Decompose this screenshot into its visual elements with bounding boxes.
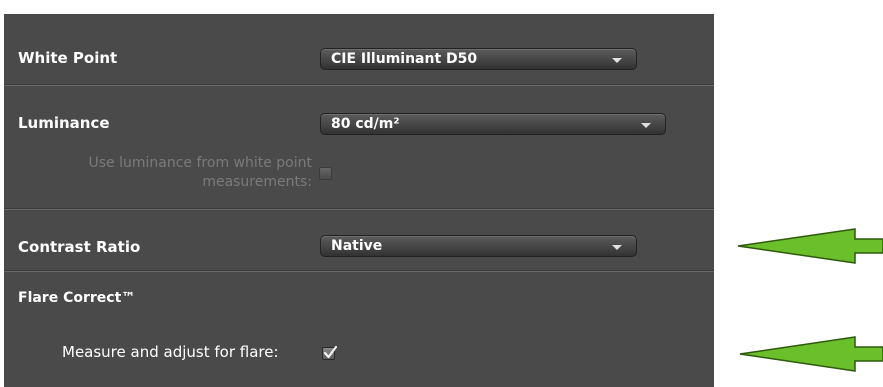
white-point-label: White Point [18,49,118,67]
luminance-value: 80 cd/m² [331,116,400,132]
contrast-ratio-label: Contrast Ratio [18,238,141,256]
use-luminance-label-line2: measurements: [202,174,312,190]
luminance-label: Luminance [18,114,110,132]
luminance-dropdown[interactable]: 80 cd/m² [320,113,666,135]
use-luminance-checkbox[interactable] [319,167,332,180]
panel-top-edge [4,0,714,14]
left-arrow-icon [737,228,883,264]
contrast-ratio-value: Native [331,238,383,254]
chevron-down-icon [612,58,622,63]
white-point-value: CIE Illuminant D50 [331,51,478,67]
measure-flare-label: Measure and adjust for flare: [62,343,279,361]
white-point-dropdown[interactable]: CIE Illuminant D50 [320,48,637,70]
checkmark-icon [323,345,338,359]
left-arrow-icon [739,336,883,372]
use-luminance-label-line1: Use luminance from white point [88,155,312,171]
measure-flare-checkbox[interactable] [322,345,338,360]
display-settings-panel: White Point CIE Illuminant D50 Luminance… [4,0,714,387]
use-luminance-label: Use luminance from white point measureme… [14,154,312,192]
chevron-down-icon [641,123,651,128]
divider [4,271,714,272]
contrast-ratio-dropdown[interactable]: Native [320,235,637,257]
flare-correct-heading: Flare Correct™ [18,290,136,306]
chevron-down-icon [612,245,622,250]
screenshot-canvas: White Point CIE Illuminant D50 Luminance… [0,0,883,387]
divider [4,209,714,210]
divider [4,85,714,86]
